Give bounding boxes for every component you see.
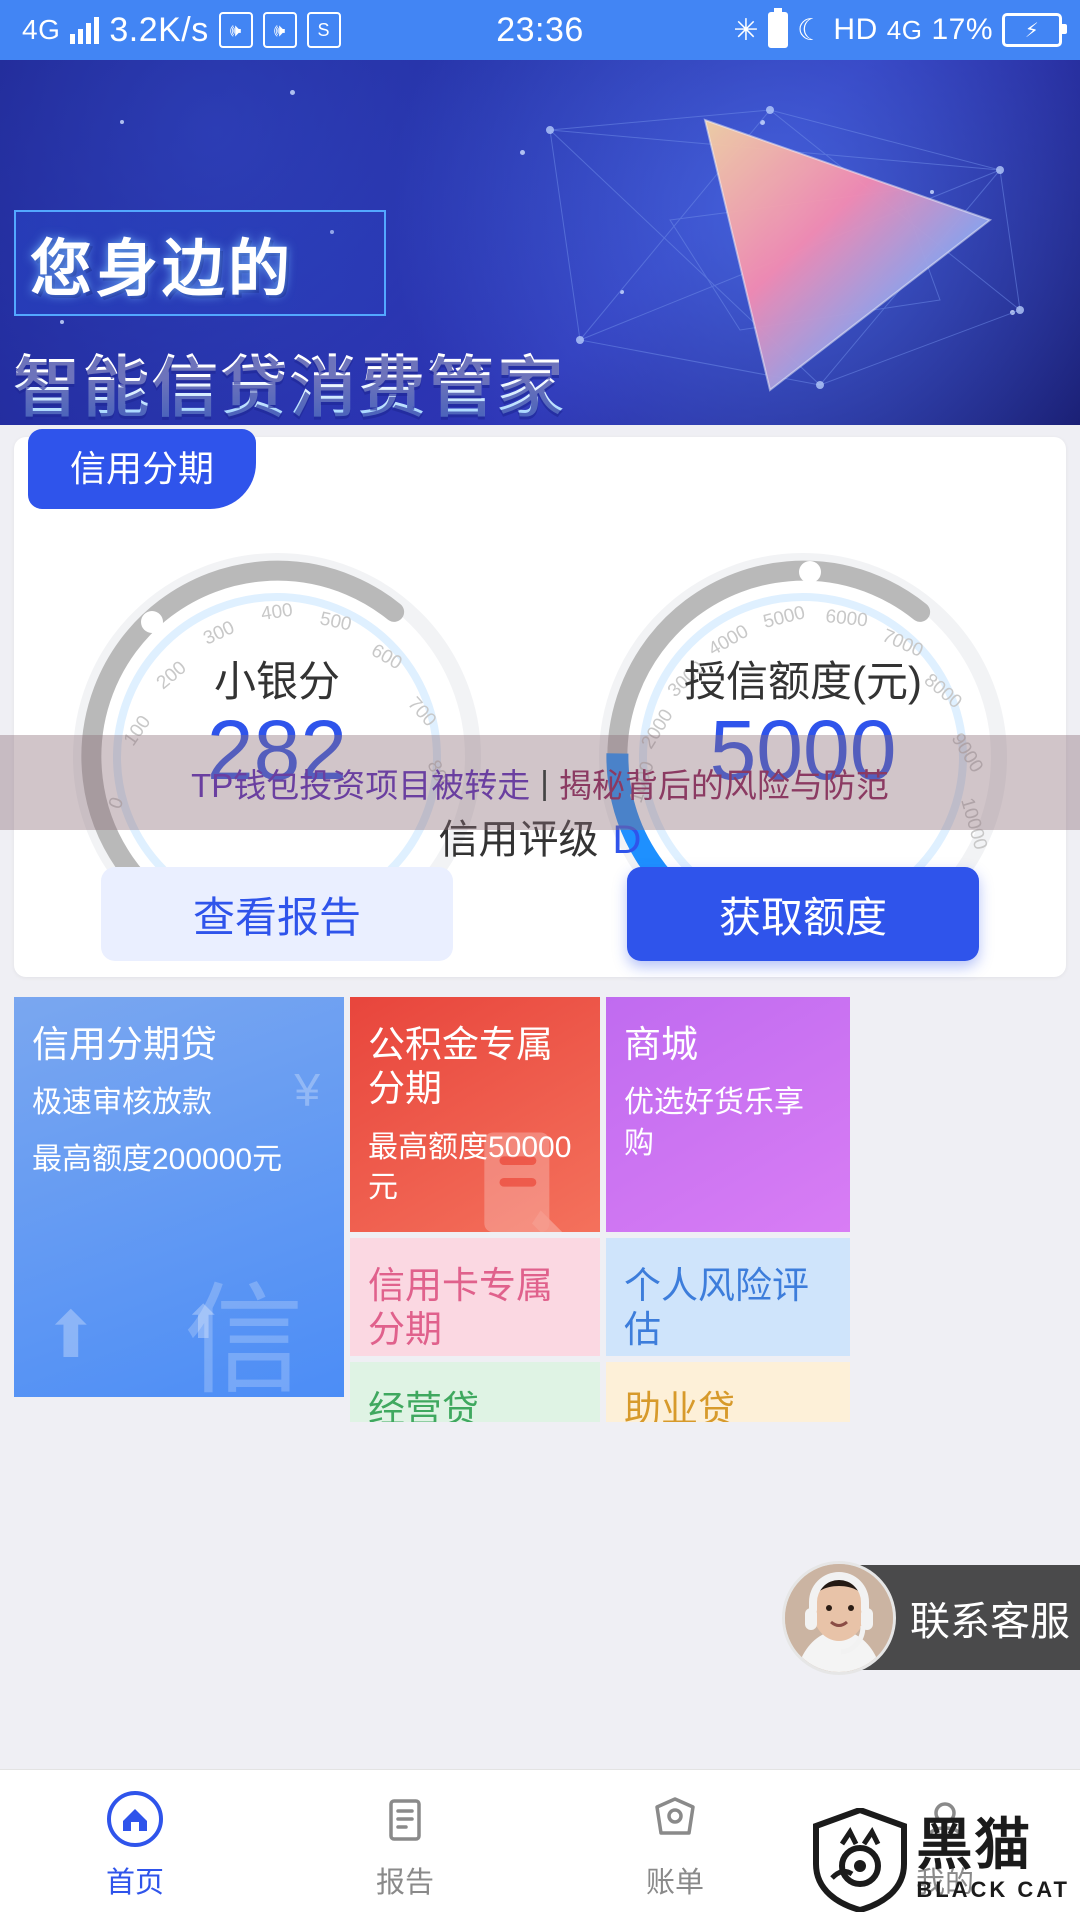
agent-avatar bbox=[782, 1560, 896, 1675]
product-card-installment-loan[interactable]: 信用分期贷 极速审核放款 最高额度200000元 ¥ ⬆ ⬆ 信 bbox=[14, 997, 344, 1397]
customer-service-label: 联系客服 bbox=[910, 1599, 1070, 1644]
product-title: 个人风险评估 bbox=[624, 1265, 809, 1351]
tab-label: 报告 bbox=[375, 1867, 434, 1899]
contact-customer-service-button[interactable]: 联系客服 bbox=[782, 1560, 1080, 1675]
gauge-tick: 400 bbox=[260, 600, 294, 625]
home-icon bbox=[107, 1791, 163, 1847]
banner-headline-box: 您身边的 bbox=[14, 210, 387, 316]
product-sub-1: 极速审核放款 bbox=[32, 1086, 212, 1120]
blackcat-shield-icon bbox=[813, 1808, 908, 1912]
product-column-left: 信用分期贷 极速审核放款 最高额度200000元 ¥ ⬆ ⬆ 信 bbox=[14, 997, 344, 1422]
xin-watermark-icon: 信 bbox=[184, 1274, 304, 1397]
blackcat-main-label: 黑猫 bbox=[916, 1813, 1033, 1876]
battery-charging-icon: ⚡ bbox=[1002, 13, 1067, 47]
product-card-fund-installment[interactable]: 公积金专属分期 最高额度50000元 bbox=[350, 997, 600, 1232]
arrow-up-icon: ⬆ bbox=[44, 1299, 98, 1371]
product-card-creditcard-installment[interactable]: 信用卡专属分期 最高额度30000元 bbox=[350, 1238, 600, 1356]
product-sub-1: 优选好货乐享购 bbox=[624, 1086, 804, 1160]
tab-label: 账单 bbox=[645, 1867, 704, 1899]
credit-summary-card: 信用分期 0 100 200 300 400 500 600 700 800 小… bbox=[14, 429, 1066, 977]
product-card-business-loan[interactable]: 经营贷 bbox=[350, 1362, 600, 1422]
product-card-risk-assessment[interactable]: 个人风险评估 精准诊断专属报告 bbox=[606, 1238, 850, 1356]
product-column-middle: 公积金专属分期 最高额度50000元 信用卡专属分期 最高额度30000元 经营… bbox=[350, 997, 600, 1422]
get-limit-button[interactable]: 获取额度 bbox=[627, 867, 979, 961]
yen-icon: ¥ bbox=[294, 1064, 320, 1116]
product-title: 经营贷 bbox=[368, 1389, 479, 1422]
overlay-text-right: 揭秘背后的风险与防范 bbox=[558, 766, 889, 804]
credit-card-tag: 信用分期 bbox=[28, 429, 257, 509]
credit-action-buttons: 查看报告 获取额度 bbox=[14, 867, 1066, 961]
product-title: 商城 bbox=[624, 1024, 698, 1065]
product-card-mall[interactable]: 商城 优选好货乐享购 bbox=[606, 997, 850, 1232]
banner-line-1: 您身边的 bbox=[30, 235, 295, 304]
blackcat-watermark: 黑猫 BLACK CAT bbox=[812, 1808, 1070, 1912]
main-scroll-area[interactable]: 信用分期 0 100 200 300 400 500 600 700 800 小… bbox=[0, 425, 1080, 1770]
vertical-battery-icon bbox=[768, 8, 789, 48]
tag-icon bbox=[655, 1797, 695, 1835]
product-column-right: 商城 优选好货乐享购 个人风险评估 精准诊断专属报告 助业贷 bbox=[606, 997, 850, 1422]
product-title: 信用卡专属分期 bbox=[368, 1265, 553, 1351]
tab-home[interactable]: 首页 bbox=[0, 1770, 270, 1920]
product-grid: 信用分期贷 极速审核放款 最高额度200000元 ¥ ⬆ ⬆ 信 公积金专属分期… bbox=[14, 997, 1066, 1422]
product-sub-2: 最高额度200000元 bbox=[32, 1142, 283, 1176]
status-bar-clock: 23:36 bbox=[496, 10, 584, 49]
overlay-divider: | bbox=[540, 763, 549, 801]
gauge-title: 授信额度(元) bbox=[684, 658, 922, 705]
status-bar: 4G 3.2K/s 🕪 🕪 S 23:36 ✳ ☾ HD 4G 17% ⚡ bbox=[0, 0, 1080, 60]
banner-text-block: 您身边的 智能信贷消费管家 INTELLIGENCE CREDIT LOANS … bbox=[14, 210, 817, 425]
overlay-watermark-banner: TP钱包投资项目被转走 | 揭秘背后的风险与防范 bbox=[0, 735, 1080, 830]
product-title: 助业贷 bbox=[624, 1389, 735, 1422]
document-pen-icon bbox=[484, 1132, 563, 1232]
product-title: 公积金专属分期 bbox=[368, 1024, 553, 1110]
gauge-tick: 6000 bbox=[824, 606, 868, 631]
tab-label: 首页 bbox=[105, 1867, 164, 1899]
view-report-button[interactable]: 查看报告 bbox=[101, 867, 453, 961]
tab-report[interactable]: 报告 bbox=[270, 1770, 540, 1920]
hero-banner: 您身边的 智能信贷消费管家 INTELLIGENCE CREDIT LOANS … bbox=[0, 60, 1080, 425]
banner-line-2: 智能信贷消费管家 bbox=[14, 334, 817, 425]
product-title: 信用分期贷 bbox=[32, 1024, 217, 1065]
product-card-startup-loan[interactable]: 助业贷 bbox=[606, 1362, 850, 1422]
blackcat-sub-label: BLACK CAT bbox=[916, 1877, 1070, 1902]
gauge-title: 小银分 bbox=[213, 658, 340, 705]
overlay-text-left: TP钱包投资项目被转走 bbox=[191, 766, 531, 804]
document-icon bbox=[389, 1799, 421, 1841]
blackcat-text: 黑猫 BLACK CAT bbox=[916, 1817, 1070, 1903]
tab-bill[interactable]: 账单 bbox=[540, 1770, 810, 1920]
